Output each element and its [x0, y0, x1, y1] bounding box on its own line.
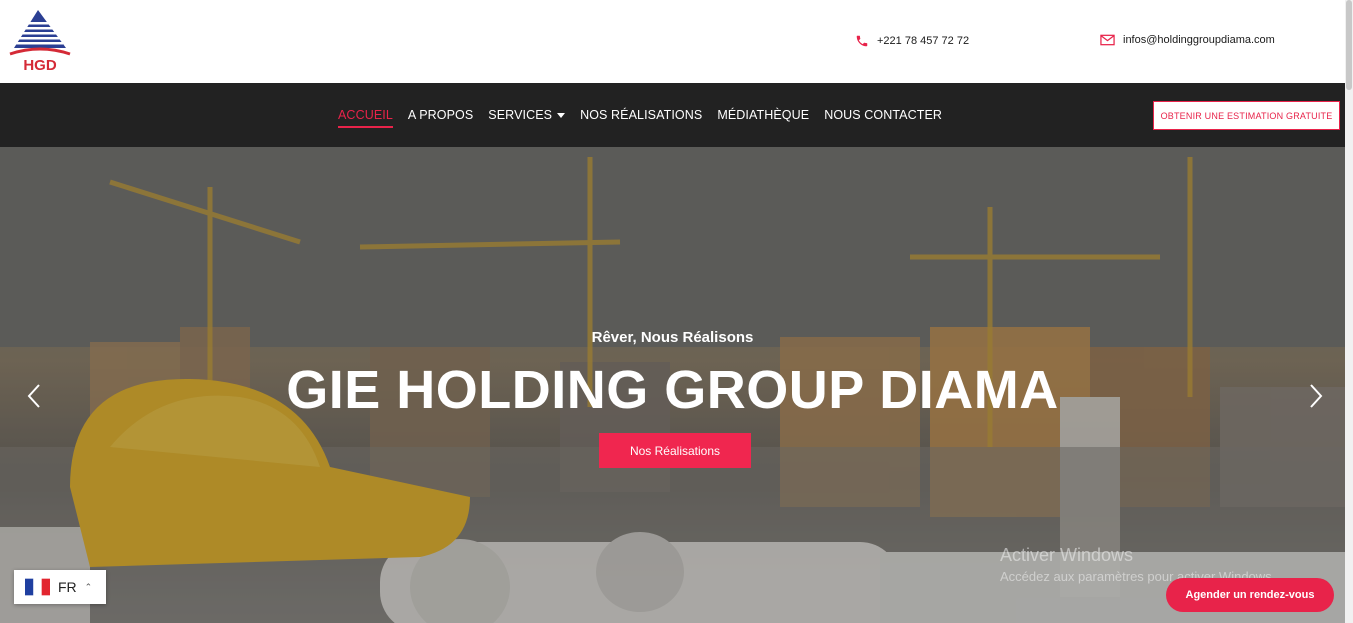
- watermark-title: Activer Windows: [1000, 545, 1134, 565]
- scrollbar-thumb[interactable]: [1346, 0, 1352, 90]
- nav-item-nous-contacter[interactable]: NOUS CONTACTER: [824, 108, 942, 122]
- language-switcher[interactable]: FR ⌃: [14, 570, 106, 604]
- hero-headline: GIE HOLDING GROUP DIAMA: [286, 360, 1059, 420]
- main-nav: ACCUEIL A PROPOS SERVICES NOS RÉALISATIO…: [338, 83, 942, 147]
- phone-icon: [856, 35, 868, 47]
- chevron-left-icon[interactable]: [24, 383, 44, 409]
- chevron-right-icon[interactable]: [1306, 383, 1326, 409]
- nav-item-mediatheque[interactable]: MÉDIATHÈQUE: [717, 108, 809, 122]
- page-scrollbar[interactable]: [1345, 0, 1353, 623]
- header-phone[interactable]: +221 78 457 72 72: [855, 34, 969, 48]
- nav-item-accueil[interactable]: ACCUEIL: [338, 108, 393, 128]
- nav-item-nos-realisations[interactable]: NOS RÉALISATIONS: [580, 108, 702, 122]
- hero-tagline: Rêver, Nous Réalisons: [591, 329, 754, 346]
- nav-item-a-propos[interactable]: A PROPOS: [408, 108, 473, 122]
- france-flag-icon: [25, 578, 50, 596]
- main-navbar: ACCUEIL A PROPOS SERVICES NOS RÉALISATIO…: [0, 83, 1345, 147]
- caret-down-icon: [557, 112, 566, 118]
- nav-item-services[interactable]: SERVICES: [488, 108, 566, 122]
- language-code: FR: [58, 579, 77, 595]
- logo-text: HGD: [23, 57, 57, 74]
- hero-realisations-button[interactable]: Nos Réalisations: [599, 433, 751, 468]
- hero-slider: Rêver, Nous Réalisons GIE HOLDING GROUP …: [0, 147, 1345, 623]
- free-estimate-button[interactable]: OBTENIR UNE ESTIMATION GRATUITE: [1153, 101, 1340, 130]
- phone-number: +221 78 457 72 72: [877, 35, 970, 47]
- appointment-button[interactable]: Agender un rendez-vous: [1166, 578, 1334, 612]
- header-email[interactable]: infos@holdinggroupdiama.com: [1100, 34, 1275, 46]
- top-header: HGD +221 78 457 72 72 infos@holdinggroup…: [0, 0, 1345, 83]
- mail-icon: [1100, 34, 1115, 46]
- hgd-logo[interactable]: HGD: [8, 8, 72, 74]
- email-address: infos@holdinggroupdiama.com: [1123, 34, 1275, 46]
- chevron-up-icon: ⌃: [84, 581, 93, 592]
